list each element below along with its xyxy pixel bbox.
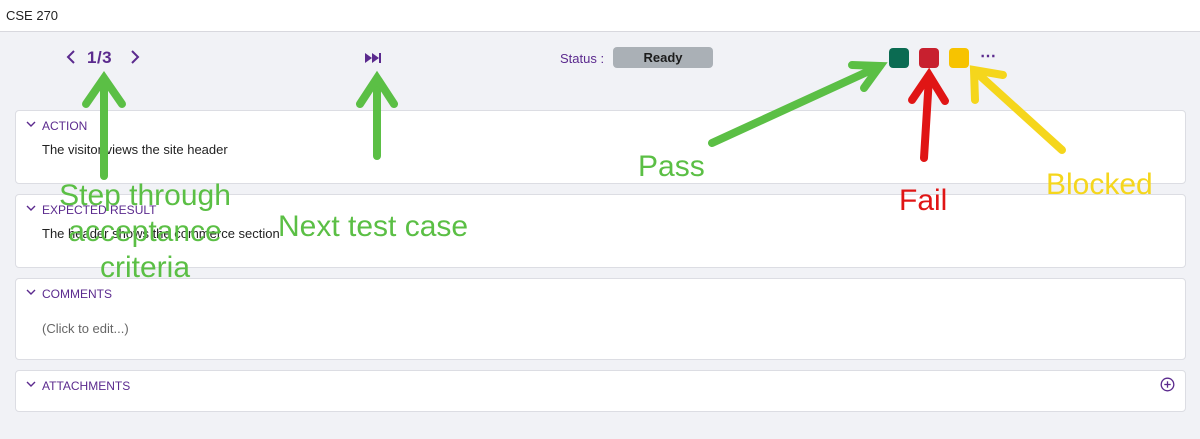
chevron-down-icon [26,205,36,211]
pass-annotation: Pass [638,150,705,183]
step-annotation-line-1: Step through [59,179,231,212]
blocked-button[interactable] [949,48,969,68]
add-attachment-icon[interactable] [1160,377,1175,392]
chevron-down-icon [26,289,36,295]
attachments-section: ATTACHMENTS [15,370,1186,412]
comments-section: COMMENTS (Click to edit...) [15,278,1186,360]
comments-field[interactable]: (Click to edit...) [42,321,129,336]
more-options-icon[interactable]: ⋯ [980,46,997,66]
status-label: Status : [560,51,605,66]
title-bar: CSE 270 [0,0,1200,32]
next-test-case-icon[interactable] [364,50,382,66]
action-section-title: ACTION [42,119,88,133]
pass-button[interactable] [889,48,909,68]
fail-annotation: Fail [899,184,948,217]
blocked-annotation: Blocked [1046,168,1153,201]
step-annotation-line-3: criteria [99,251,190,284]
step-annotation: Step through acceptance criteria [40,178,250,286]
toolbar: 1/3 Status : Ready ⋯ [0,32,1200,88]
window-title: CSE 270 [6,8,59,23]
fail-button[interactable] [919,48,939,68]
next-case-annotation: Next test case [278,210,469,243]
attachments-section-title: ATTACHMENTS [42,379,131,393]
status-badge: Ready [613,47,713,68]
step-counter: 1/3 [87,48,113,67]
next-step-icon[interactable] [128,48,142,66]
chevron-down-icon [26,381,36,387]
action-text[interactable]: The visitor views the site header [42,142,228,157]
previous-step-icon[interactable] [64,48,78,66]
action-section: ACTION The visitor views the site header [15,110,1186,184]
chevron-down-icon [26,121,36,127]
step-annotation-line-2: acceptance [68,215,222,248]
comments-section-title: COMMENTS [42,287,112,301]
